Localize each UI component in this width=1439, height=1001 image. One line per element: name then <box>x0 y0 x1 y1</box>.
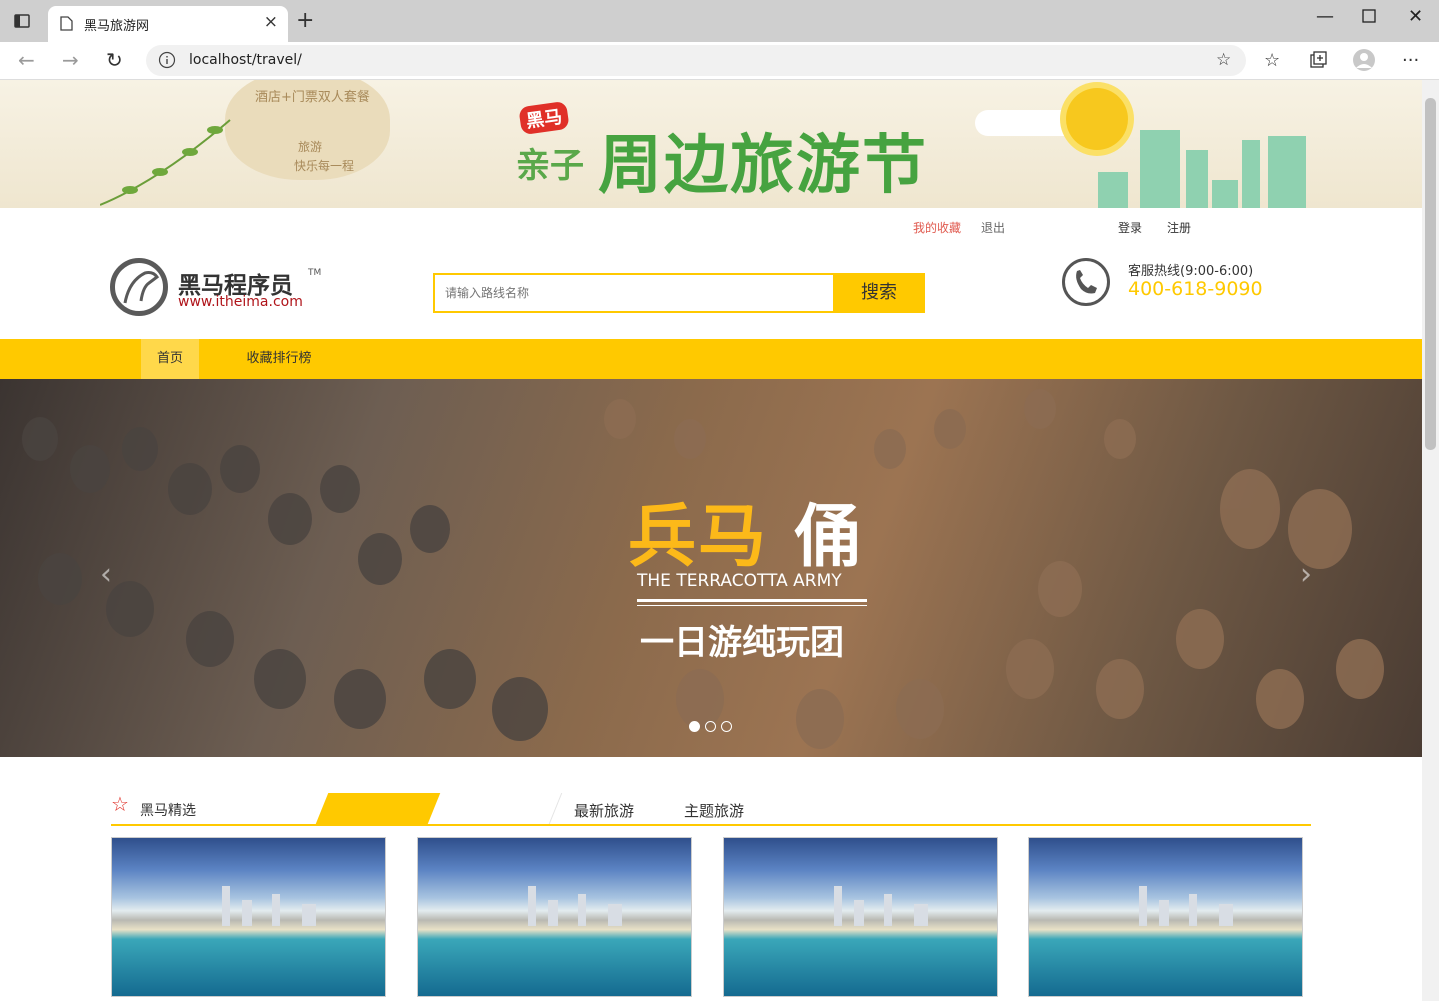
skyscraper-shape <box>222 886 230 926</box>
info-icon[interactable] <box>158 51 176 73</box>
favorites-icon[interactable]: ☆ <box>1264 50 1280 71</box>
route-card-image[interactable] <box>1028 837 1303 997</box>
hotline-label: 客服热线(9:00-6:00) <box>1128 264 1254 279</box>
phone-icon <box>1062 258 1110 306</box>
page-viewport: 酒店+门票双人套餐 旅游 快乐每一程 黑马 亲子 周边旅游节 我的收藏 退出 登… <box>0 80 1422 1001</box>
reload-icon[interactable]: ↻ <box>106 48 123 72</box>
nav-favorites-ranking[interactable]: 收藏排行榜 <box>236 339 322 379</box>
sun-icon <box>1066 88 1128 150</box>
hero-carousel[interactable]: ‹ › 兵马 俑 THE TERRACOTTA ARMY 一日游纯玩团 <box>0 379 1422 757</box>
building-icon <box>1140 130 1180 208</box>
carousel-dot-3[interactable] <box>721 721 732 732</box>
route-card-image[interactable] <box>111 837 386 997</box>
add-favorite-icon[interactable]: ☆ <box>1216 50 1231 70</box>
carousel-prev-button[interactable]: ‹ <box>100 557 112 592</box>
close-window-icon[interactable]: ✕ <box>1408 6 1423 27</box>
nav-home[interactable]: 首页 <box>141 339 199 379</box>
section-underline <box>111 824 1311 826</box>
skyscraper-shape <box>834 886 842 926</box>
banner-slogan-text: 快乐每一程 <box>294 159 355 173</box>
search-input[interactable] <box>435 275 831 311</box>
minimize-icon[interactable]: — <box>1316 6 1334 27</box>
page-icon <box>60 16 73 35</box>
maximize-icon[interactable] <box>1362 7 1376 28</box>
logo-trademark: TM <box>308 268 322 278</box>
building-icon <box>1098 172 1128 208</box>
page-scrollbar[interactable] <box>1422 80 1439 1001</box>
skyscraper-shape <box>242 900 252 926</box>
skyscraper-shape <box>302 904 316 926</box>
close-tab-icon[interactable]: × <box>264 12 278 32</box>
login-link[interactable]: 登录 <box>1118 219 1142 236</box>
logo-horse-icon[interactable] <box>110 258 168 316</box>
banner-travel-text: 旅游 <box>298 140 323 154</box>
skyscraper-shape <box>1139 886 1147 926</box>
tab-theme-travel[interactable]: 主题旅游 <box>684 800 744 821</box>
carousel-subtitle-en: THE TERRACOTTA ARMY <box>637 571 842 591</box>
url-text: localhost/travel/ <box>189 52 302 68</box>
address-bar: ← → ↻ localhost/travel/ ☆ ☆ ··· <box>0 42 1439 80</box>
collections-icon[interactable] <box>1309 51 1327 74</box>
route-card-image[interactable] <box>723 837 998 997</box>
logo-url[interactable]: www.itheima.com <box>178 294 303 310</box>
tab-title: 黑马旅游网 <box>84 19 150 34</box>
banner-package-text: 酒店+门票双人套餐 <box>255 90 370 105</box>
section-title: 黑马精选 <box>140 803 196 819</box>
skyscraper-shape <box>854 900 864 926</box>
more-menu-icon[interactable]: ··· <box>1402 50 1419 71</box>
skyscraper-shape <box>1159 900 1169 926</box>
carousel-title-yellow: 兵马 <box>628 498 769 577</box>
skyscraper-shape <box>578 894 586 926</box>
carousel-dot-2[interactable] <box>705 721 716 732</box>
carousel-divider-thin <box>637 605 867 606</box>
search-box: 搜索 <box>433 273 925 313</box>
hotline-number: 400-618-9090 <box>1128 278 1263 300</box>
browser-tab[interactable]: 黑马旅游网 × <box>48 6 288 42</box>
building-icon <box>1186 150 1208 208</box>
my-favorites-link[interactable]: 我的收藏 <box>913 219 961 236</box>
leaves-decoration-icon <box>100 119 231 206</box>
skyscraper-shape <box>548 900 558 926</box>
tab-actions-icon[interactable] <box>14 13 30 32</box>
tab-latest-travel[interactable]: 最新旅游 <box>574 800 634 821</box>
forward-icon[interactable]: → <box>62 48 79 72</box>
scrollbar-thumb[interactable] <box>1425 98 1436 450</box>
building-icon <box>1242 140 1260 208</box>
register-link[interactable]: 注册 <box>1167 219 1191 236</box>
banner-brand-badge: 黑马 <box>518 100 570 136</box>
carousel-title-white: 俑 <box>794 498 863 577</box>
carousel-subtitle-cn: 一日游纯玩团 <box>640 623 844 663</box>
banner-family-text: 亲子 <box>516 146 584 186</box>
carousel-next-button[interactable]: › <box>1300 557 1312 592</box>
skyscraper-shape <box>608 904 622 926</box>
skyscraper-shape <box>1219 904 1233 926</box>
url-field[interactable]: localhost/travel/ ☆ <box>146 45 1246 76</box>
carousel-dot-1[interactable] <box>689 721 700 732</box>
skyscraper-shape <box>1189 894 1197 926</box>
route-card-image[interactable] <box>417 837 692 997</box>
skyscraper-shape <box>272 894 280 926</box>
new-tab-icon[interactable]: + <box>296 8 314 33</box>
banner-title: 周边旅游节 <box>598 129 928 203</box>
star-icon: ☆ <box>111 792 129 816</box>
profile-avatar-icon[interactable] <box>1352 48 1376 77</box>
skyscraper-shape <box>914 904 928 926</box>
main-nav: 首页 收藏排行榜 <box>0 339 1422 379</box>
browser-tab-bar: 黑马旅游网 × + — ✕ <box>0 0 1439 42</box>
back-icon[interactable]: ← <box>18 48 35 72</box>
promo-banner[interactable]: 酒店+门票双人套餐 旅游 快乐每一程 黑马 亲子 周边旅游节 <box>0 80 1422 208</box>
building-icon <box>1212 180 1238 208</box>
section-tab-spacer <box>427 793 563 824</box>
carousel-divider <box>637 599 867 602</box>
building-icon <box>1268 136 1306 208</box>
logout-link[interactable]: 退出 <box>981 219 1005 236</box>
skyscraper-shape <box>884 894 892 926</box>
skyscraper-shape <box>528 886 536 926</box>
search-button[interactable]: 搜索 <box>833 273 925 313</box>
